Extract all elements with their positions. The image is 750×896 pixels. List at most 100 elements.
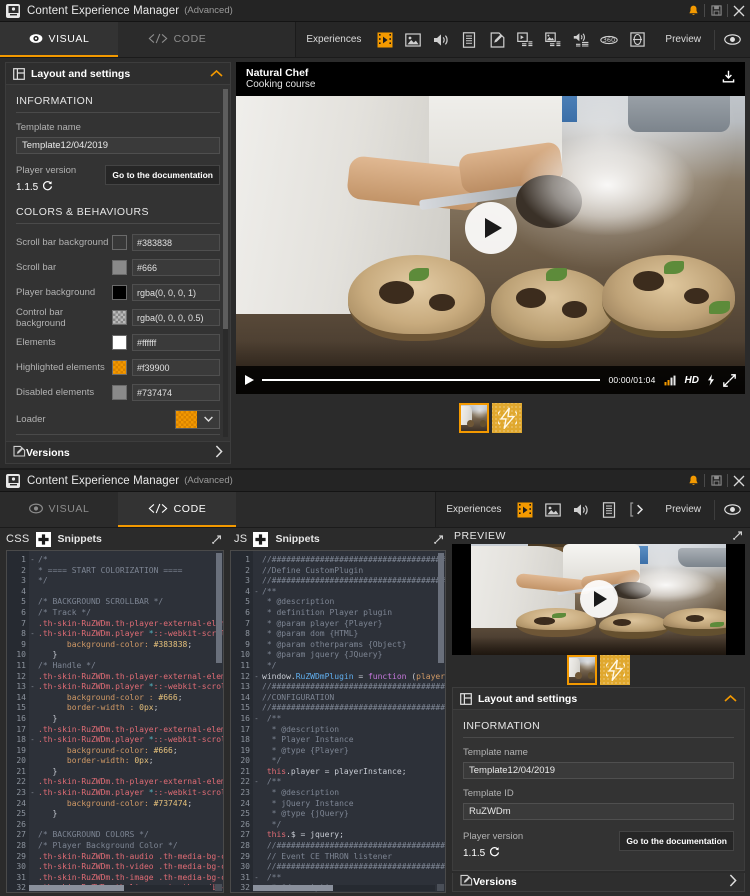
js-snippets-label[interactable]: Snippets bbox=[275, 533, 319, 545]
js-vscroll-thumb[interactable] bbox=[438, 553, 444, 663]
color-value-input[interactable]: #f39900 bbox=[132, 359, 220, 376]
color-value-input[interactable]: #ffffff bbox=[132, 334, 220, 351]
chevron-up-icon[interactable] bbox=[724, 693, 737, 705]
audio-icon[interactable] bbox=[568, 498, 594, 522]
download-icon[interactable] bbox=[722, 70, 735, 88]
preview-layout-settings-header[interactable]: Layout and settings bbox=[453, 688, 744, 710]
preview-eye-icon[interactable] bbox=[719, 498, 745, 522]
save-icon[interactable] bbox=[705, 0, 727, 22]
volume-bars-icon[interactable] bbox=[664, 375, 677, 386]
refresh-icon[interactable] bbox=[42, 180, 53, 194]
refresh-icon[interactable] bbox=[489, 846, 500, 860]
control-play-icon[interactable] bbox=[245, 375, 254, 385]
image-icon[interactable] bbox=[540, 498, 566, 522]
css-vscroll-thumb[interactable] bbox=[216, 553, 222, 663]
expand-icon[interactable] bbox=[433, 534, 444, 545]
template-name-input[interactable]: Template12/04/2019 bbox=[463, 762, 734, 779]
color-swatch[interactable] bbox=[112, 335, 127, 350]
color-swatch[interactable] bbox=[112, 310, 127, 325]
fullscreen-icon[interactable] bbox=[723, 373, 736, 387]
document-icon[interactable] bbox=[596, 498, 622, 522]
play-button[interactable] bbox=[464, 202, 517, 254]
css-code-content[interactable]: /* * ==== START COLORIZATION ==== */ /* BA… bbox=[36, 551, 223, 892]
css-resize-corner[interactable] bbox=[215, 884, 222, 891]
color-value-input[interactable]: #737474 bbox=[132, 384, 220, 401]
quality-hd-label[interactable]: HD bbox=[685, 375, 699, 386]
css-vertical-scrollbar[interactable] bbox=[216, 553, 222, 882]
js-resize-corner[interactable] bbox=[437, 884, 444, 891]
color-swatch[interactable] bbox=[112, 285, 127, 300]
js-code-content[interactable]: //######################################… bbox=[260, 551, 445, 892]
js-horizontal-scrollbar[interactable] bbox=[253, 885, 435, 891]
color-swatch[interactable] bbox=[112, 385, 127, 400]
settings-scrollbar-thumb[interactable] bbox=[223, 89, 228, 329]
expand-icon[interactable] bbox=[211, 534, 222, 545]
css-fold-column[interactable]: - - - - - - bbox=[29, 551, 36, 892]
documentation-button[interactable]: Go to the documentation bbox=[619, 831, 734, 851]
color-swatch[interactable] bbox=[112, 360, 127, 375]
threesixty-icon[interactable]: 360 bbox=[596, 28, 622, 52]
template-name-input[interactable]: Template12/04/2019 bbox=[16, 137, 220, 154]
tab-visual[interactable]: VISUAL bbox=[0, 492, 118, 527]
preview-button[interactable]: Preview bbox=[665, 504, 701, 515]
tab-code[interactable]: CODE bbox=[118, 22, 236, 57]
plus-icon[interactable] bbox=[35, 531, 51, 547]
more-icon[interactable] bbox=[624, 498, 650, 522]
preview-button[interactable]: Preview bbox=[665, 34, 701, 45]
thumb-bolt[interactable] bbox=[492, 403, 522, 433]
expand-icon[interactable] bbox=[732, 530, 743, 541]
document-icon[interactable] bbox=[456, 28, 482, 52]
versions-bar[interactable]: Versions bbox=[5, 442, 231, 464]
preview-video-player[interactable] bbox=[452, 543, 745, 655]
audio-icon[interactable] bbox=[428, 28, 454, 52]
tab-visual[interactable]: VISUAL bbox=[0, 22, 118, 57]
close-icon[interactable] bbox=[728, 0, 750, 22]
loader-dropdown[interactable] bbox=[175, 409, 220, 429]
documentation-button[interactable]: Go to the documentation bbox=[105, 165, 220, 185]
color-value-input[interactable]: #666 bbox=[132, 259, 220, 276]
template-id-input[interactable]: RuZWDm bbox=[463, 803, 734, 820]
plus-icon[interactable] bbox=[253, 531, 269, 547]
js-vertical-scrollbar[interactable] bbox=[438, 553, 444, 882]
js-editor[interactable]: 1 2 3 4 5 6 7 8 9 10 11 12 13 14 15 16 17 18 19 20 21 22 23 24 2… bbox=[230, 550, 446, 893]
edit-icon[interactable] bbox=[484, 28, 510, 52]
save-icon[interactable] bbox=[705, 470, 727, 492]
layout-settings-header[interactable]: Layout and settings bbox=[6, 63, 230, 85]
css-snippets-label[interactable]: Snippets bbox=[58, 533, 102, 545]
preview-versions-bar[interactable]: Versions bbox=[452, 873, 745, 892]
tab-code[interactable]: CODE bbox=[118, 492, 236, 527]
chevron-right-icon[interactable] bbox=[729, 874, 737, 890]
url-icon[interactable] bbox=[624, 28, 650, 52]
bolt-icon[interactable] bbox=[707, 374, 715, 386]
video-icon[interactable] bbox=[512, 498, 538, 522]
notifications-bell-icon[interactable] bbox=[682, 0, 704, 22]
layout-icon bbox=[460, 692, 472, 705]
progress-bar[interactable] bbox=[262, 379, 601, 381]
audio-gallery-icon[interactable] bbox=[568, 28, 594, 52]
chevron-right-icon[interactable] bbox=[215, 444, 223, 461]
preview-play-button[interactable] bbox=[579, 580, 618, 619]
color-value-input[interactable]: rgba(0, 0, 0, 0.5) bbox=[132, 309, 220, 326]
thumb-video[interactable] bbox=[459, 403, 489, 433]
video-icon[interactable] bbox=[372, 28, 398, 52]
thumb-bolt[interactable] bbox=[600, 655, 630, 685]
color-value-input[interactable]: #383838 bbox=[132, 234, 220, 251]
chevron-up-icon[interactable] bbox=[210, 68, 223, 80]
close-icon[interactable] bbox=[728, 470, 750, 492]
preview-eye-icon[interactable] bbox=[719, 28, 745, 52]
js-fold-column[interactable]: - - - - - -- bbox=[253, 551, 260, 892]
color-swatch[interactable] bbox=[112, 260, 127, 275]
color-swatch[interactable] bbox=[112, 235, 127, 250]
image-icon[interactable] bbox=[400, 28, 426, 52]
css-hscroll-thumb[interactable] bbox=[29, 885, 124, 891]
color-value-input[interactable]: rgba(0, 0, 0, 1) bbox=[132, 284, 220, 301]
js-hscroll-thumb[interactable] bbox=[253, 885, 333, 891]
thumb-video[interactable] bbox=[567, 655, 597, 685]
video-player[interactable]: Natural Chef Cooking course 00:00/01:04 bbox=[236, 62, 745, 394]
css-editor[interactable]: 1 2 3 4 5 6 7 8 9 10 11 12 13 14 15 16 17 18 19 20 21 22 23 24 2… bbox=[6, 550, 224, 893]
image-gallery-icon[interactable] bbox=[540, 28, 566, 52]
window2-title: Content Experience Manager bbox=[27, 474, 180, 487]
css-horizontal-scrollbar[interactable] bbox=[29, 885, 213, 891]
notifications-bell-icon[interactable] bbox=[682, 470, 704, 492]
video-gallery-icon[interactable] bbox=[512, 28, 538, 52]
